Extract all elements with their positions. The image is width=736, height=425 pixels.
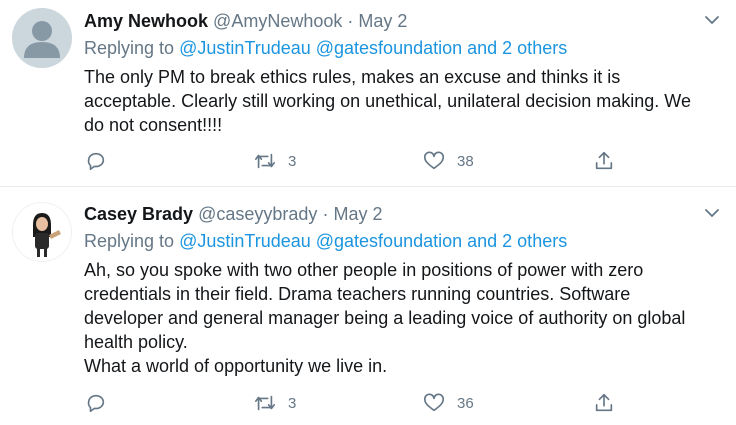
like-count: 36 [457,394,474,412]
retweet-icon [255,395,275,411]
reply-button[interactable] [85,148,107,174]
reply-button[interactable] [85,390,107,416]
tweet-actions: 3 38 [0,148,736,174]
retweet-count: 3 [288,152,297,170]
tweet-text-line: developer and general manager being a le… [84,308,686,328]
share-icon [595,151,613,170]
display-name[interactable]: Casey Brady [84,204,193,224]
separator: · [347,11,354,31]
retweet-icon [255,153,275,169]
handle[interactable]: @AmyNewhook [213,11,342,31]
share-icon [595,393,613,412]
tweet[interactable]: Amy Newhook @AmyNewhook · May 2 Replying… [0,0,736,186]
handle[interactable]: @caseyybrady [198,204,317,224]
tweet[interactable]: Casey Brady @caseyybrady · May 2 Replyin… [0,186,736,425]
like-icon [424,393,444,412]
reply-icon [87,152,105,171]
tweet-text-line: acceptable. Clearly still working on une… [84,91,691,111]
tweet-text-line: Ah, so you spoke with two other people i… [84,260,644,280]
tweet-header: Amy Newhook @AmyNewhook · May 2 [84,11,407,32]
avatar[interactable] [12,8,72,68]
tweet-date[interactable]: May 2 [333,204,382,224]
display-name[interactable]: Amy Newhook [84,11,208,31]
retweet-count: 3 [288,394,297,412]
tweet-actions: 3 36 [0,390,736,416]
share-button[interactable] [593,390,615,416]
tweet-text: Ah, so you spoke with two other people i… [84,258,724,378]
tweet-text-line: health policy. [84,332,188,352]
tweet-header: Casey Brady @caseyybrady · May 2 [84,204,382,225]
replying-prefix: Replying to [84,231,175,251]
replying-to: Replying to @JustinTrudeau @gatesfoundat… [84,38,567,59]
default-profile-icon [12,8,72,68]
bitmoji-avatar-icon [13,203,71,261]
like-button[interactable]: 36 [423,390,474,416]
replying-prefix: Replying to [84,38,175,58]
separator: · [322,204,329,224]
tweet-date[interactable]: May 2 [358,11,407,31]
replying-to: Replying to @JustinTrudeau @gatesfoundat… [84,231,567,252]
retweet-button[interactable]: 3 [254,390,296,416]
avatar[interactable] [12,202,72,262]
chevron-down-icon[interactable] [704,12,720,28]
like-count: 38 [457,152,474,170]
replying-mentions[interactable]: @JustinTrudeau @gatesfoundation and 2 ot… [179,231,567,251]
tweet-text-line: The only PM to break ethics rules, makes… [84,67,621,87]
share-button[interactable] [593,148,615,174]
replying-mentions[interactable]: @JustinTrudeau @gatesfoundation and 2 ot… [179,38,567,58]
chevron-down-icon[interactable] [704,205,720,221]
retweet-button[interactable]: 3 [254,148,296,174]
tweet-text-line: What a world of opportunity we live in. [84,356,388,376]
like-icon [424,151,444,170]
like-button[interactable]: 38 [423,148,474,174]
tweet-text-line: do not consent!!!! [84,115,223,135]
tweet-text: The only PM to break ethics rules, makes… [84,65,724,137]
reply-icon [87,394,105,413]
tweet-text-line: credentials in their field. Drama teache… [84,284,631,304]
